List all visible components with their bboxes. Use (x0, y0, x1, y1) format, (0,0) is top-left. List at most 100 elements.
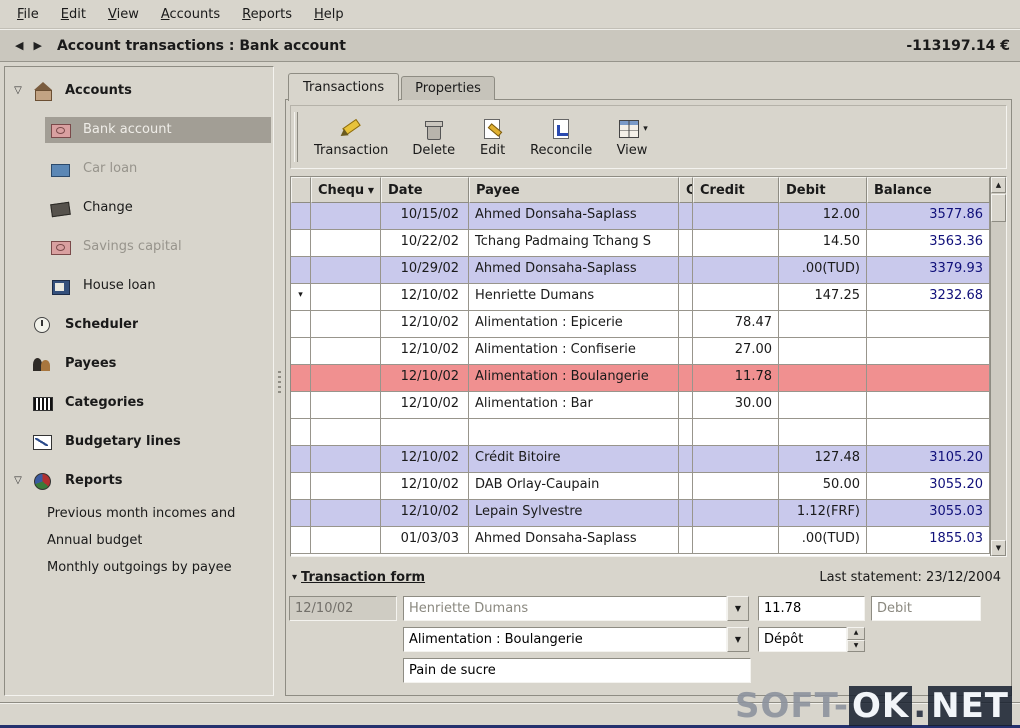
watermark-text: NET (928, 686, 1012, 726)
column-header[interactable]: Debit (779, 177, 867, 203)
table-row[interactable]: 10/22/02 Tchang Padmaing Tchang S 14.50 … (291, 230, 990, 257)
form-row-3 (288, 658, 1009, 684)
form-row-2: ▼ ▲ ▼ (288, 627, 1009, 653)
menu-item[interactable]: View (97, 3, 150, 26)
scroll-down-icon[interactable]: ▼ (991, 540, 1006, 556)
column-header-label: Payee (476, 182, 520, 198)
menu-item[interactable]: Edit (50, 3, 97, 26)
sidebar-item[interactable]: Categories (5, 383, 273, 422)
amount-input[interactable] (758, 596, 865, 621)
payee-dropdown-icon[interactable]: ▼ (727, 596, 749, 621)
form-title[interactable]: Transaction form (301, 570, 425, 585)
column-header[interactable]: Chequ ▼ (311, 177, 381, 203)
table-row[interactable]: ▾ 12/10/02 Henriette Dumans 147.25 3232.… (291, 284, 990, 311)
toolbar-button-label: Delete (412, 143, 456, 158)
sidebar-item[interactable]: Savings capital (5, 227, 273, 266)
column-header[interactable]: C (679, 177, 693, 203)
menu-bar: File Edit View Accounts Reports Help (0, 0, 1020, 29)
pane-splitter[interactable] (275, 66, 284, 696)
sidebar-item[interactable]: Change (5, 188, 273, 227)
toolbar-button[interactable]: ▾ View (607, 113, 657, 161)
sidebar-item[interactable]: Bank account (5, 110, 273, 149)
toolbar-grip-icon[interactable] (294, 112, 298, 162)
sidebar-item[interactable]: Budgetary lines (5, 422, 273, 461)
cell-debit (779, 338, 867, 364)
debit-input[interactable] (871, 596, 981, 621)
toolbar-button[interactable]: Edit (470, 113, 515, 161)
sidebar-item[interactable]: Scheduler (5, 305, 273, 344)
vertical-scrollbar[interactable]: ▲ ▼ (990, 177, 1006, 556)
page-title: Account transactions : Bank account (56, 37, 346, 54)
expander-icon[interactable]: ▽ (9, 85, 27, 96)
toolbar-button[interactable]: Reconcile (521, 113, 601, 161)
column-header[interactable]: Balance (867, 177, 990, 203)
sidebar-item[interactable]: Monthly outgoings by payee (5, 554, 273, 581)
cell-cheque (311, 230, 381, 256)
payment-method-stepper[interactable]: ▲ ▼ (847, 627, 865, 652)
note-input[interactable] (403, 658, 751, 683)
cell-payee: Alimentation : Epicerie (469, 311, 679, 337)
tab[interactable]: Transactions (288, 73, 400, 101)
sidebar-item[interactable]: Annual budget (5, 527, 273, 554)
cell-credit (693, 203, 779, 229)
sidebar-item-label: Payees (65, 356, 117, 371)
toolbar-button[interactable]: Delete (403, 113, 464, 161)
category-dropdown-icon[interactable]: ▼ (727, 627, 749, 652)
table-row[interactable]: 12/10/02 Alimentation : Bar 30.00 (291, 392, 990, 419)
toolbar-button[interactable]: Transaction (305, 113, 397, 161)
split-marker-icon (291, 203, 311, 229)
cell-reconciled (679, 365, 693, 391)
sidebar-item-label: Car loan (83, 161, 138, 176)
split-marker-icon (291, 500, 311, 526)
table-row[interactable]: 01/03/03 Ahmed Donsaha-Saplass .00(TUD) … (291, 527, 990, 554)
scroll-up-icon[interactable]: ▲ (991, 177, 1006, 193)
sidebar-item-icon (31, 315, 57, 335)
spin-down-icon[interactable]: ▼ (847, 639, 865, 652)
table-row[interactable]: 10/15/02 Ahmed Donsaha-Saplass 12.00 357… (291, 203, 990, 230)
scrollbar-thumb[interactable] (991, 194, 1006, 222)
sidebar-item-inner: Savings capital (45, 234, 271, 260)
column-header[interactable]: Payee (469, 177, 679, 203)
column-header[interactable]: Credit (693, 177, 779, 203)
table-row[interactable]: 12/10/02 Alimentation : Boulangerie 11.7… (291, 365, 990, 392)
category-input[interactable] (403, 627, 727, 652)
cell-balance (867, 392, 990, 418)
table-row[interactable]: 12/10/02 Alimentation : Epicerie 78.47 (291, 311, 990, 338)
menu-item[interactable]: File (6, 3, 50, 26)
menu-item[interactable]: Reports (231, 3, 303, 26)
table-row[interactable] (291, 419, 990, 446)
cell-reconciled (679, 446, 693, 472)
column-header[interactable]: Date (381, 177, 469, 203)
back-icon[interactable]: ◀ (10, 37, 28, 54)
column-dropdown-icon[interactable]: ▼ (365, 186, 374, 195)
collapse-icon[interactable]: ▾ (292, 572, 297, 583)
table-row[interactable]: 12/10/02 DAB Orlay-Caupain 50.00 3055.20 (291, 473, 990, 500)
cell-balance: 3055.03 (867, 500, 990, 526)
payee-input[interactable] (403, 596, 727, 621)
app-window: File Edit View Accounts Reports Help ◀ ▶… (0, 0, 1020, 728)
split-marker-icon (291, 419, 311, 445)
sidebar-item-icon (49, 198, 75, 218)
cell-payee: Ahmed Donsaha-Saplass (469, 527, 679, 553)
table-row[interactable]: 12/10/02 Alimentation : Confiserie 27.00 (291, 338, 990, 365)
column-header[interactable] (291, 177, 311, 203)
table-row[interactable]: 12/10/02 Lepain Sylvestre 1.12(FRF) 3055… (291, 500, 990, 527)
table-row[interactable]: 12/10/02 Crédit Bitoire 127.48 3105.20 (291, 446, 990, 473)
cell-debit: .00(TUD) (779, 257, 867, 283)
sidebar-item[interactable]: Payees (5, 344, 273, 383)
forward-icon[interactable]: ▶ (28, 37, 46, 54)
table-row[interactable]: 10/29/02 Ahmed Donsaha-Saplass .00(TUD) … (291, 257, 990, 284)
sidebar-item[interactable]: House loan (5, 266, 273, 305)
sidebar-item[interactable]: Car loan (5, 149, 273, 188)
expander-icon[interactable]: ▽ (9, 475, 27, 486)
sidebar-item-inner: Change (45, 195, 271, 221)
spin-up-icon[interactable]: ▲ (847, 627, 865, 640)
sidebar-item[interactable]: Previous month incomes and (5, 500, 273, 527)
menu-item[interactable]: Help (303, 3, 355, 26)
date-input[interactable] (289, 596, 397, 621)
payment-method-input[interactable] (758, 627, 847, 652)
sidebar-item[interactable]: ▽ Reports (5, 461, 273, 500)
tab[interactable]: Properties (401, 76, 495, 100)
menu-item[interactable]: Accounts (150, 3, 231, 26)
sidebar-item[interactable]: ▽ Accounts (5, 71, 273, 110)
